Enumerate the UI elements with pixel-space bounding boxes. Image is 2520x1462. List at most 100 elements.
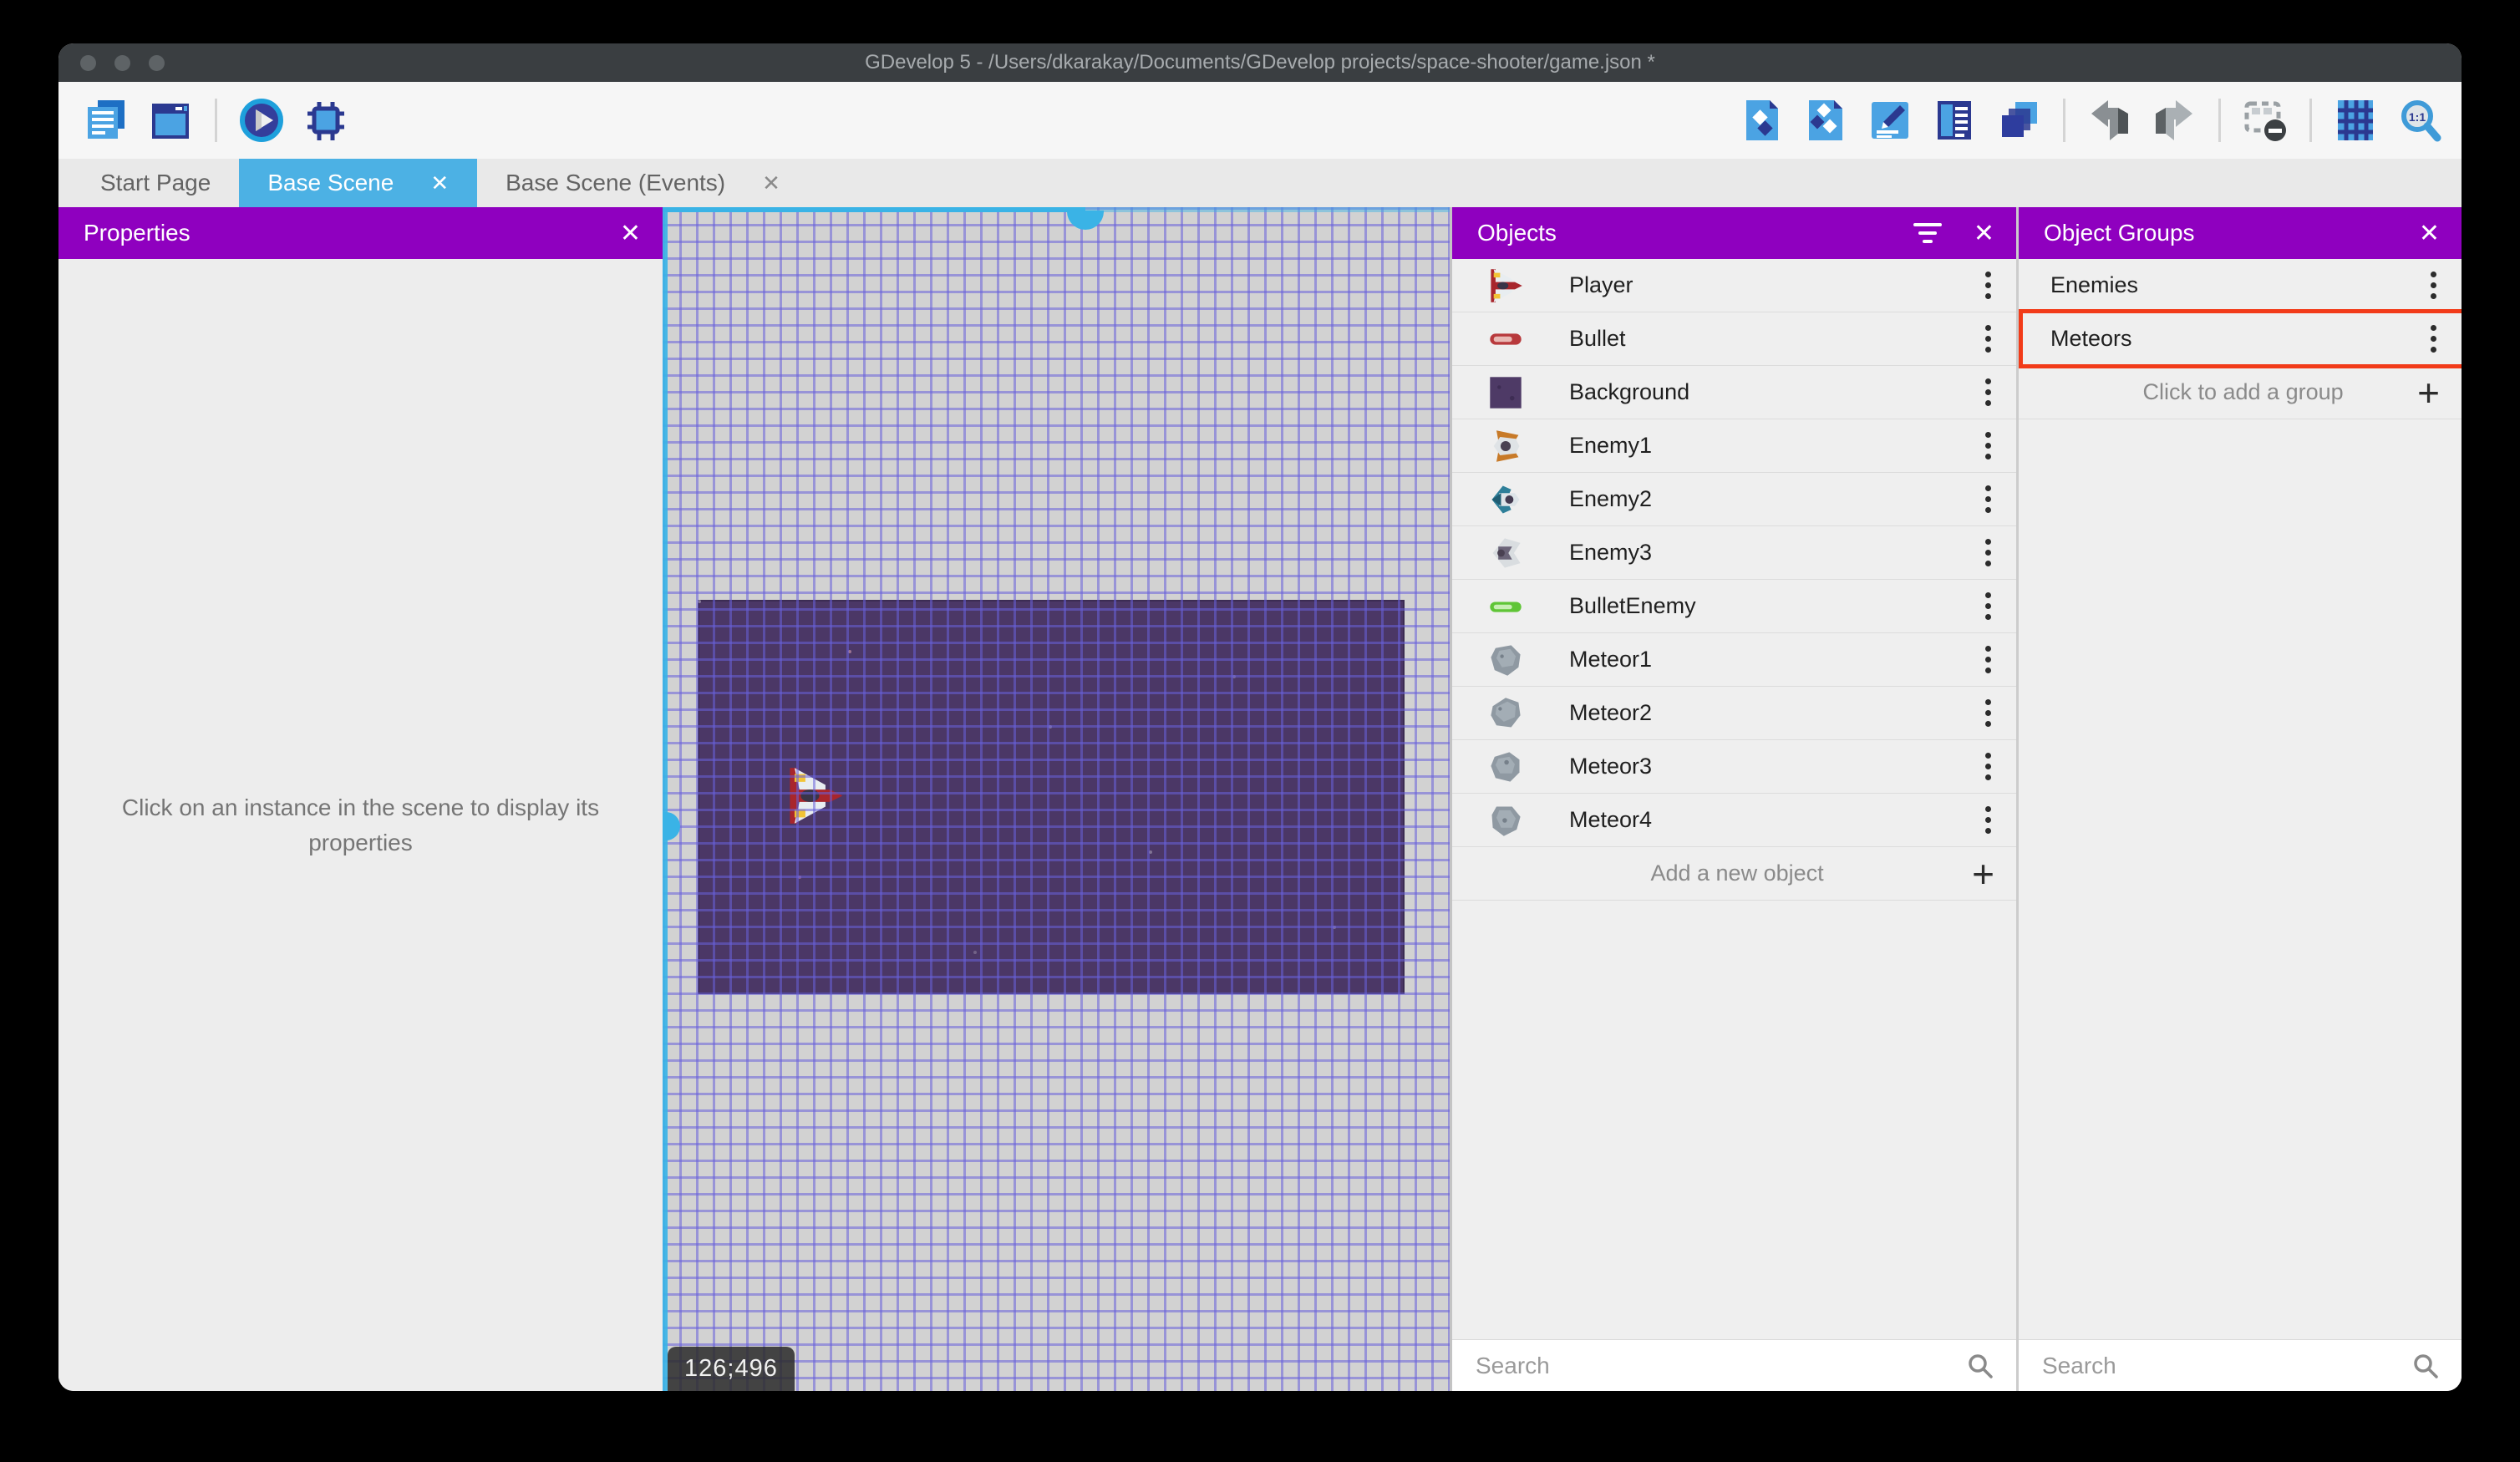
object-name: Meteor4	[1569, 807, 1653, 832]
object-row-enemy2[interactable]: Enemy2	[1452, 473, 2016, 526]
objects-list: Player Bullet Background Enemy1 Enemy2 Enemy3…	[1452, 259, 2016, 847]
tabbar: Start Page Base Scene ✕ Base Scene (Event…	[58, 159, 2462, 207]
search-icon[interactable]	[1966, 1352, 1994, 1380]
object-row-meteor3[interactable]: Meteor3	[1452, 740, 2016, 794]
object-menu-icon[interactable]	[1985, 646, 1991, 673]
objects-panel-icon[interactable]	[1737, 96, 1786, 145]
object-name: Bullet	[1569, 326, 1626, 351]
player-instance[interactable]	[784, 752, 846, 840]
groups-list: Enemies Meteors	[2019, 259, 2462, 368]
object-name: Meteor2	[1569, 700, 1653, 725]
tab-start-page[interactable]: Start Page	[72, 159, 239, 207]
object-row-meteor4[interactable]: Meteor4	[1452, 794, 2016, 847]
selection-resize-handle-left[interactable]	[663, 812, 680, 840]
object-row-bullet[interactable]: Bullet	[1452, 312, 2016, 366]
object-row-enemy1[interactable]: Enemy1	[1452, 419, 2016, 473]
object-menu-icon[interactable]	[1985, 806, 1991, 834]
close-tab-icon[interactable]: ✕	[762, 170, 780, 196]
group-name: Enemies	[2050, 272, 2139, 297]
object-name: Meteor3	[1569, 754, 1653, 779]
enemy-orange-icon	[1487, 428, 1524, 464]
close-panel-icon[interactable]: ✕	[620, 219, 641, 248]
titlebar: GDevelop 5 - /Users/dkarakay/Documents/G…	[58, 43, 2462, 82]
debug-icon[interactable]	[302, 96, 350, 145]
properties-panel-icon[interactable]	[1866, 96, 1914, 145]
groups-search-bar	[2019, 1339, 2462, 1391]
add-icon[interactable]: +	[1972, 855, 1994, 893]
object-menu-icon[interactable]	[1985, 539, 1991, 566]
group-row-meteors[interactable]: Meteors	[2019, 309, 2462, 368]
search-icon[interactable]	[2411, 1352, 2440, 1380]
add-icon[interactable]: +	[2417, 373, 2440, 412]
object-row-meteor2[interactable]: Meteor2	[1452, 687, 2016, 740]
cursor-coordinates-badge: 126;496	[668, 1347, 795, 1391]
object-row-bulletenemy[interactable]: BulletEnemy	[1452, 580, 2016, 633]
filter-icon[interactable]	[1913, 223, 1942, 243]
object-name: Player	[1569, 272, 1633, 297]
player-icon	[1487, 267, 1524, 304]
close-panel-icon[interactable]: ✕	[1974, 219, 1994, 248]
instances-list-icon[interactable]	[1930, 96, 1979, 145]
toggle-mask-icon[interactable]	[2241, 96, 2289, 145]
main-area: Properties ✕ Click on an instance in the…	[58, 207, 2462, 1391]
object-menu-icon[interactable]	[1985, 485, 1991, 513]
properties-panel-header: Properties ✕	[58, 207, 663, 259]
tab-base-scene-events[interactable]: Base Scene (Events) ✕	[477, 159, 809, 207]
object-row-player[interactable]: Player	[1452, 259, 2016, 312]
object-groups-panel-icon[interactable]	[1801, 96, 1850, 145]
add-group-label: Click to add a group	[2142, 379, 2344, 404]
stars-decoration	[698, 600, 701, 603]
toolbar-divider	[2218, 99, 2221, 142]
tab-base-scene[interactable]: Base Scene ✕	[239, 159, 478, 207]
objects-panel: Objects ✕ Player Bullet Background Enemy1 En…	[1450, 207, 2016, 1391]
object-menu-icon[interactable]	[1985, 378, 1991, 406]
object-menu-icon[interactable]	[1985, 592, 1991, 620]
groups-search-input[interactable]	[2019, 1352, 2411, 1379]
objects-panel-spacer	[1452, 901, 2016, 1339]
svg-text:1:1: 1:1	[2409, 110, 2426, 124]
scene-editor-icon[interactable]	[146, 96, 195, 145]
group-row-enemies[interactable]: Enemies	[2019, 259, 2462, 312]
undo-icon[interactable]	[2086, 96, 2134, 145]
toolbar-divider	[2309, 99, 2312, 142]
selection-resize-handle-top[interactable]	[1067, 211, 1104, 230]
zoom-reset-icon[interactable]: 1:1	[2396, 96, 2445, 145]
properties-panel-body: Click on an instance in the scene to dis…	[58, 259, 663, 1391]
enemy-teal-icon	[1487, 481, 1524, 518]
object-menu-icon[interactable]	[2431, 272, 2436, 299]
object-menu-icon[interactable]	[1985, 753, 1991, 780]
project-manager-icon[interactable]	[82, 96, 130, 145]
redo-icon[interactable]	[2150, 96, 2198, 145]
close-panel-icon[interactable]: ✕	[2419, 219, 2440, 248]
selection-border-top-faint	[1085, 207, 1450, 212]
toolbar-divider	[215, 99, 217, 142]
toolbar: 1:1	[58, 82, 2462, 159]
close-tab-icon[interactable]: ✕	[430, 170, 449, 196]
add-group-row[interactable]: Click to add a group +	[2019, 366, 2462, 419]
object-groups-panel-header: Object Groups ✕	[2019, 207, 2462, 259]
objects-search-input[interactable]	[1452, 1352, 1966, 1379]
groups-panel-spacer	[2019, 419, 2462, 1339]
object-name: Meteor1	[1569, 647, 1653, 672]
object-groups-panel: Object Groups ✕ Enemies Meteors Click to …	[2016, 207, 2462, 1391]
toolbar-right-group: 1:1	[1737, 96, 2445, 145]
enemy-gray-icon	[1487, 535, 1524, 571]
meteor-b-icon	[1487, 695, 1524, 732]
object-menu-icon[interactable]	[2431, 325, 2436, 353]
layers-panel-icon[interactable]	[1994, 96, 2043, 145]
scene-canvas[interactable]: 126;496	[663, 207, 1450, 1391]
object-menu-icon[interactable]	[1985, 325, 1991, 353]
preview-play-icon[interactable]	[237, 96, 286, 145]
object-row-enemy3[interactable]: Enemy3	[1452, 526, 2016, 580]
object-row-meteor1[interactable]: Meteor1	[1452, 633, 2016, 687]
properties-empty-message: Click on an instance in the scene to dis…	[121, 794, 600, 855]
object-menu-icon[interactable]	[1985, 272, 1991, 299]
bullet-red-icon	[1487, 321, 1524, 358]
add-object-row[interactable]: Add a new object +	[1452, 847, 2016, 901]
object-row-background[interactable]: Background	[1452, 366, 2016, 419]
object-menu-icon[interactable]	[1985, 432, 1991, 459]
window-title: GDevelop 5 - /Users/dkarakay/Documents/G…	[865, 51, 1655, 74]
properties-panel: Properties ✕ Click on an instance in the…	[58, 207, 663, 1391]
toggle-grid-icon[interactable]	[2332, 96, 2380, 145]
object-menu-icon[interactable]	[1985, 699, 1991, 727]
